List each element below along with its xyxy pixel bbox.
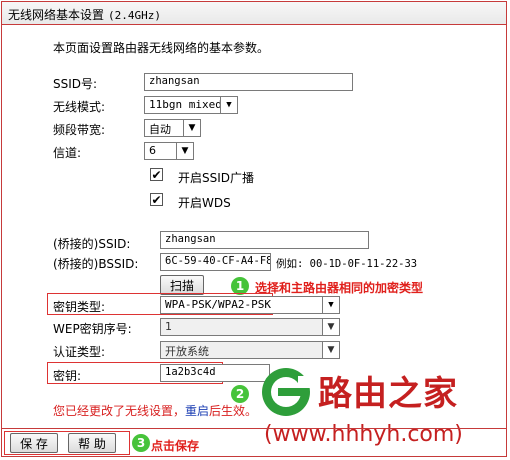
mode-select[interactable]: 11bgn mixed ▼	[144, 96, 238, 114]
checkmark-icon: ✔	[151, 167, 162, 182]
wds-label: 开启WDS	[178, 196, 231, 210]
chevron-down-icon: ▼	[176, 143, 193, 159]
chevron-down-icon: ▼	[322, 342, 339, 358]
channel-select[interactable]: 6 ▼	[144, 142, 194, 160]
wep-index-value: 1	[165, 320, 172, 333]
watermark-url: (www.hhhyh.com)	[264, 422, 463, 447]
step-3-badge: 3	[132, 434, 150, 452]
ssid-input[interactable]: zhangsan	[144, 73, 353, 91]
chevron-down-icon: ▼	[322, 319, 339, 335]
key-input[interactable]: 1a2b3c4d	[160, 364, 270, 382]
key-label: 密钥:	[53, 369, 82, 383]
ssid-label: SSID号:	[53, 77, 98, 91]
checkmark-icon: ✔	[151, 192, 162, 207]
auth-type-value: 开放系统	[165, 345, 209, 358]
channel-value: 6	[149, 144, 156, 157]
scan-button[interactable]: 扫描	[160, 275, 204, 295]
wds-checkbox[interactable]: ✔	[150, 193, 163, 206]
chevron-down-icon: ▼	[183, 120, 200, 136]
change-notice: 您已经更改了无线设置，重启后生效。	[53, 402, 257, 419]
brand-logo-icon	[262, 368, 312, 416]
step-2-badge: 2	[231, 385, 249, 403]
bandwidth-label: 频段带宽:	[53, 123, 106, 137]
mode-value: 11bgn mixed	[149, 98, 222, 111]
watermark: 路由之家 (www.hhhyh.com)	[258, 362, 508, 458]
key-type-value: WPA-PSK/WPA2-PSK	[165, 298, 271, 311]
bridge-bssid-label: (桥接的)BSSID:	[53, 257, 139, 271]
help-button[interactable]: 帮 助	[68, 433, 116, 453]
auth-type-select[interactable]: 开放系统 ▼	[160, 341, 340, 359]
save-button[interactable]: 保 存	[10, 433, 58, 453]
reboot-link[interactable]: 重启	[185, 404, 209, 418]
page-description: 本页面设置路由器无线网络的基本参数。	[53, 41, 270, 55]
key-type-label: 密钥类型:	[53, 300, 106, 314]
panel-header: 无线网络基本设置 (2.4GHz)	[2, 2, 506, 25]
title-text: 无线网络基本设置	[8, 8, 105, 22]
watermark-brand: 路由之家	[318, 374, 458, 414]
step-3-annotation: 点击保存	[151, 439, 200, 453]
bssid-example: 例如: 00-1D-0F-11-22-33	[276, 258, 418, 270]
wep-index-select[interactable]: 1 ▼	[160, 318, 340, 336]
chevron-down-icon: ▼	[220, 97, 237, 113]
ssid-broadcast-checkbox[interactable]: ✔	[150, 168, 163, 181]
page-title: 无线网络基本设置 (2.4GHz)	[8, 6, 161, 23]
ssid-broadcast-label: 开启SSID广播	[178, 171, 255, 185]
channel-label: 信道:	[53, 146, 82, 160]
bridge-ssid-label: (桥接的)SSID:	[53, 237, 131, 251]
notice-tail: 后生效。	[209, 404, 258, 418]
wep-index-label: WEP密钥序号:	[53, 322, 132, 336]
bridge-ssid-input[interactable]: zhangsan	[160, 231, 369, 249]
auth-type-label: 认证类型:	[53, 345, 106, 359]
notice-text: 您已经更改了无线设置，	[53, 404, 186, 418]
bandwidth-value: 自动	[149, 123, 171, 136]
bridge-bssid-input[interactable]: 6C-59-40-CF-A4-F8	[160, 253, 271, 271]
footer-divider	[2, 428, 506, 429]
mode-label: 无线模式:	[53, 100, 106, 114]
band-label: (2.4GHz)	[108, 9, 161, 22]
step-1-annotation: 选择和主路由器相同的加密类型	[255, 281, 424, 295]
bandwidth-select[interactable]: 自动 ▼	[144, 119, 201, 137]
chevron-down-icon: ▼	[322, 297, 339, 313]
key-type-select[interactable]: WPA-PSK/WPA2-PSK ▼	[160, 296, 340, 314]
